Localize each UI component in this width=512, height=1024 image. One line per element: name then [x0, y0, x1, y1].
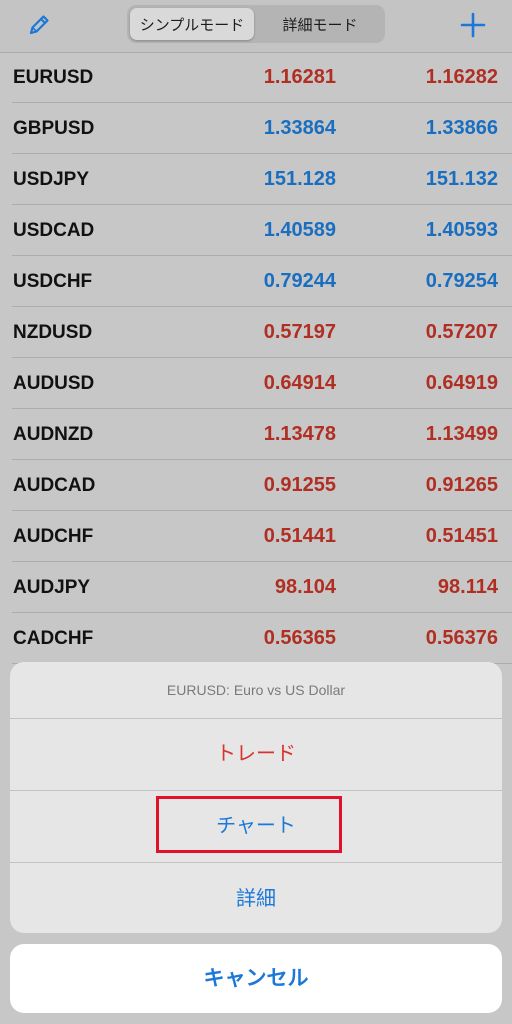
ask-price: 1.33866	[425, 117, 498, 139]
bid-price: 0.51441	[263, 525, 336, 547]
quote-row-audcad[interactable]: AUDCAD 0.91255 0.91265	[0, 460, 512, 511]
highlight-box	[156, 796, 342, 853]
ask-price: 0.57207	[425, 321, 498, 343]
bid-price: 1.16281	[263, 66, 336, 88]
quote-row-audnzd[interactable]: AUDNZD 1.13478 1.13499	[0, 409, 512, 460]
symbol-label: USDCHF	[13, 271, 93, 292]
bid-price: 0.57197	[263, 321, 336, 343]
symbol-label: AUDNZD	[13, 424, 94, 445]
symbol-label: CADCHF	[13, 628, 94, 649]
action-sheet-title: EURUSD: Euro vs US Dollar	[10, 662, 502, 719]
ask-price: 0.51451	[425, 525, 498, 547]
plus-icon[interactable]	[459, 11, 487, 39]
bid-price: 151.128	[263, 168, 336, 190]
symbol-label: NZDUSD	[13, 322, 93, 343]
symbol-label: GBPUSD	[13, 118, 95, 139]
top-toolbar: シンプルモード 詳細モード	[0, 0, 512, 53]
quote-row-usdchf[interactable]: USDCHF 0.79244 0.79254	[0, 256, 512, 307]
chart-button[interactable]: チャート	[10, 791, 502, 863]
bid-price: 1.40589	[263, 219, 336, 241]
symbol-label: AUDJPY	[13, 577, 91, 598]
ask-price: 1.13499	[425, 423, 498, 445]
ask-price: 1.16282	[425, 66, 498, 88]
quote-row-eurusd[interactable]: EURUSD 1.16281 1.16282	[0, 52, 512, 103]
quote-row-usdjpy[interactable]: USDJPY 151.128 151.132	[0, 154, 512, 205]
bid-price: 1.33864	[263, 117, 336, 139]
bid-price: 0.91255	[263, 474, 336, 496]
ask-price: 1.40593	[425, 219, 498, 241]
quote-row-nzdusd[interactable]: NZDUSD 0.57197 0.57207	[0, 307, 512, 358]
symbol-label: EURUSD	[13, 67, 94, 88]
quote-list: EURUSD 1.16281 1.16282 GBPUSD 1.33864 1.…	[0, 52, 512, 664]
quote-row-audchf[interactable]: AUDCHF 0.51441 0.51451	[0, 511, 512, 562]
quote-row-gbpusd[interactable]: GBPUSD 1.33864 1.33866	[0, 103, 512, 154]
bid-price: 1.13478	[263, 423, 336, 445]
ask-price: 151.132	[425, 168, 498, 190]
symbol-label: AUDCHF	[13, 526, 94, 547]
cancel-button[interactable]: キャンセル	[10, 944, 502, 1013]
bid-price: 0.56365	[263, 627, 336, 649]
details-button[interactable]: 詳細	[10, 863, 502, 933]
trade-button[interactable]: トレード	[10, 719, 502, 791]
pencil-edit-icon[interactable]	[26, 12, 52, 38]
action-sheet: EURUSD: Euro vs US Dollar トレード チャート 詳細	[10, 662, 502, 933]
bid-price: 0.64914	[263, 372, 336, 394]
segment-simple-mode[interactable]: シンプルモード	[130, 8, 254, 40]
quote-row-usdcad[interactable]: USDCAD 1.40589 1.40593	[0, 205, 512, 256]
ask-price: 0.79254	[425, 270, 498, 292]
quote-row-audjpy[interactable]: AUDJPY 98.104 98.114	[0, 562, 512, 613]
symbol-label: USDJPY	[13, 169, 90, 190]
bid-price: 0.79244	[263, 270, 336, 292]
bid-price: 98.104	[274, 576, 336, 598]
segment-detail-mode[interactable]: 詳細モード	[258, 8, 382, 40]
quote-row-audusd[interactable]: AUDUSD 0.64914 0.64919	[0, 358, 512, 409]
ask-price: 0.91265	[425, 474, 498, 496]
symbol-label: AUDCAD	[13, 475, 96, 496]
ask-price: 98.114	[437, 576, 498, 598]
quote-row-cadchf[interactable]: CADCHF 0.56365 0.56376	[0, 613, 512, 664]
symbol-label: AUDUSD	[13, 373, 95, 394]
ask-price: 0.64919	[425, 372, 498, 394]
mode-segmented-control: シンプルモード 詳細モード	[127, 5, 385, 43]
symbol-label: USDCAD	[13, 220, 95, 241]
ask-price: 0.56376	[425, 627, 498, 649]
